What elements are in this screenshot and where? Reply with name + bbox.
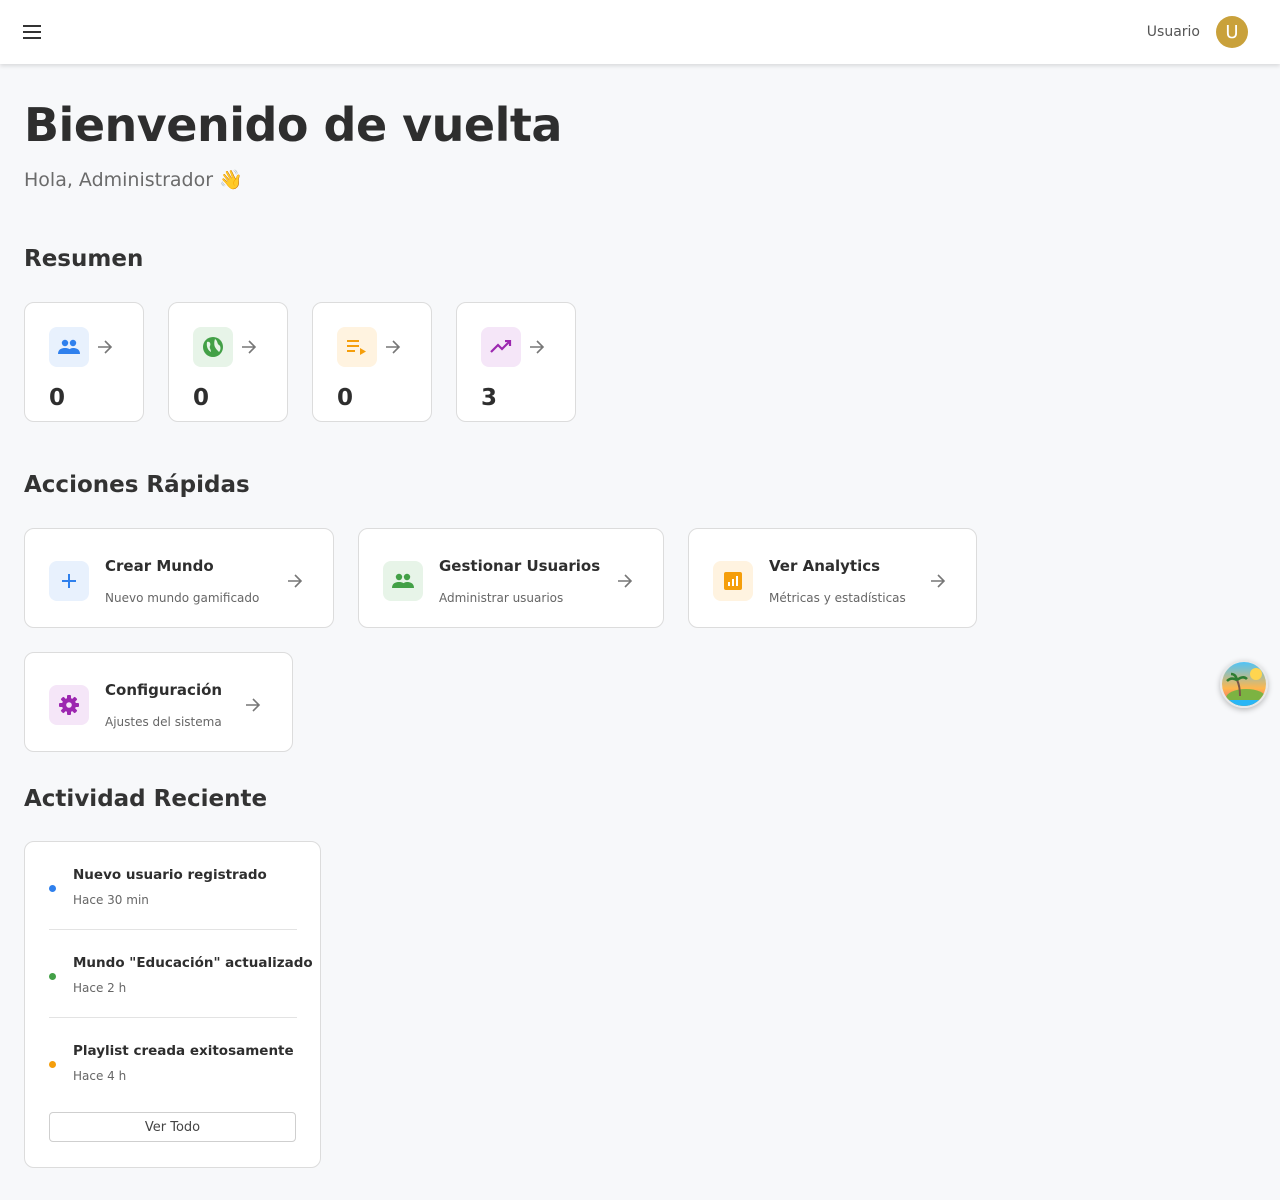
- arrow-right-icon: [928, 571, 948, 591]
- trending-up-icon: [481, 327, 521, 367]
- analytics-icon: [713, 561, 753, 601]
- action-subtitle: Administrar usuarios: [439, 591, 564, 605]
- people-icon: [383, 561, 423, 601]
- page-title: Bienvenido de vuelta: [24, 98, 562, 152]
- action-title: Ver Analytics: [769, 557, 881, 575]
- create-world-card[interactable]: Crear Mundo Nuevo mundo gamificado: [24, 528, 334, 628]
- stat-value: 3: [481, 385, 498, 411]
- arrow-right-icon: [527, 337, 547, 357]
- action-subtitle: Métricas y estadísticas: [769, 591, 906, 605]
- activity-title: Mundo "Educación" actualizado: [73, 955, 313, 971]
- activity-item[interactable]: Nuevo usuario registrado Hace 30 min: [49, 842, 297, 930]
- arrow-right-icon: [383, 337, 403, 357]
- arrow-right-icon: [285, 571, 305, 591]
- activity-title: Nuevo usuario registrado: [73, 867, 267, 883]
- greeting-text: Hola, Administrador 👋: [24, 169, 243, 191]
- user-menu[interactable]: Usuario U: [1147, 16, 1248, 48]
- activity-title: Playlist creada exitosamente: [73, 1043, 294, 1059]
- plus-icon: [49, 561, 89, 601]
- gear-icon: [49, 685, 89, 725]
- action-title: Configuración: [105, 681, 223, 699]
- arrow-right-icon: [95, 337, 115, 357]
- people-icon: [49, 327, 89, 367]
- quick-actions-title: Acciones Rápidas: [24, 472, 250, 498]
- activity-time: Hace 2 h: [73, 981, 127, 995]
- stat-card-users[interactable]: 0: [24, 302, 144, 422]
- activity-item[interactable]: Playlist creada exitosamente Hace 4 h: [49, 1018, 297, 1106]
- action-title: Crear Mundo: [105, 557, 214, 575]
- activity-time: Hace 4 h: [73, 1069, 127, 1083]
- stat-value: 0: [193, 385, 210, 411]
- action-subtitle: Ajustes del sistema: [105, 715, 222, 729]
- top-app-bar: Usuario U: [0, 0, 1280, 64]
- action-title: Gestionar Usuarios: [439, 557, 601, 575]
- stat-card-worlds[interactable]: 0: [168, 302, 288, 422]
- menu-icon[interactable]: [20, 20, 44, 44]
- stat-card-analytics[interactable]: 3: [456, 302, 576, 422]
- summary-title: Resumen: [24, 246, 144, 272]
- action-subtitle: Nuevo mundo gamificado: [105, 591, 260, 605]
- globe-icon: [193, 327, 233, 367]
- user-label: Usuario: [1146, 24, 1200, 40]
- playlist-icon: [337, 327, 377, 367]
- arrow-right-icon: [243, 695, 263, 715]
- avatar[interactable]: U: [1216, 16, 1248, 48]
- status-dot: [49, 973, 56, 980]
- status-dot: [49, 885, 56, 892]
- stat-card-playlists[interactable]: 0: [312, 302, 432, 422]
- island-avatar-icon[interactable]: [1220, 660, 1268, 708]
- stat-value: 0: [337, 385, 354, 411]
- activity-time: Hace 30 min: [73, 893, 149, 907]
- view-all-button[interactable]: Ver Todo: [49, 1112, 296, 1142]
- arrow-right-icon: [239, 337, 259, 357]
- manage-users-card[interactable]: Gestionar Usuarios Administrar usuarios: [358, 528, 664, 628]
- activity-item[interactable]: Mundo "Educación" actualizado Hace 2 h: [49, 930, 313, 1018]
- stat-value: 0: [49, 385, 66, 411]
- view-analytics-card[interactable]: Ver Analytics Métricas y estadísticas: [688, 528, 977, 628]
- status-dot: [49, 1061, 56, 1068]
- arrow-right-icon: [615, 571, 635, 591]
- recent-activity-card: Nuevo usuario registrado Hace 30 min Mun…: [24, 841, 321, 1168]
- recent-activity-title: Actividad Reciente: [24, 786, 268, 812]
- settings-card[interactable]: Configuración Ajustes del sistema: [24, 652, 293, 752]
